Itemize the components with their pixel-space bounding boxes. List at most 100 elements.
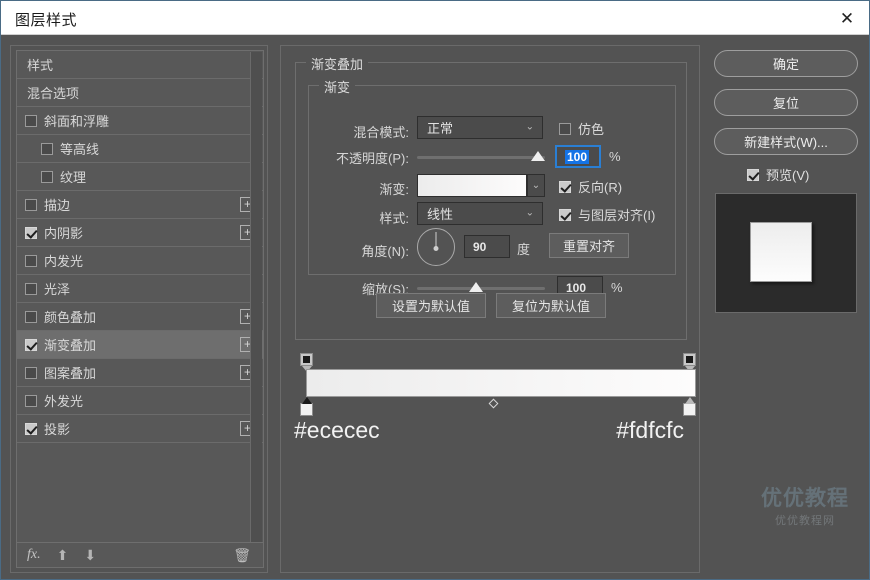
style-item-checkbox-box xyxy=(41,143,53,155)
gradient-overlay-group: 渐变叠加 渐变 混合模式: 正常 ⌄ 仿色 不透明度(P): 100 xyxy=(295,62,687,340)
style-item-checkbox[interactable] xyxy=(25,395,44,407)
style-list-item[interactable]: 混合选项 xyxy=(17,79,263,107)
style-item-label: 纹理 xyxy=(60,167,86,186)
style-item-checkbox[interactable] xyxy=(41,143,60,155)
style-item-checkbox-box xyxy=(25,255,37,267)
style-item-checkbox-box xyxy=(25,227,37,239)
gradient-color-stop-left[interactable] xyxy=(300,403,313,416)
styles-list[interactable]: 样式混合选项斜面和浮雕等高线纹理描边+内阴影+内发光光泽颜色叠加+渐变叠加+图案… xyxy=(16,50,264,545)
gradient-swatch[interactable] xyxy=(417,174,527,197)
close-icon[interactable]: ✕ xyxy=(835,7,859,29)
blend-mode-select[interactable]: 正常 ⌄ xyxy=(417,116,543,139)
preview-label: 预览(V) xyxy=(766,165,809,184)
style-list-item[interactable]: 图案叠加+ xyxy=(17,359,263,387)
titlebar: 图层样式 ✕ xyxy=(1,1,869,35)
section-title: 渐变叠加 xyxy=(306,54,368,73)
style-list-item[interactable]: 颜色叠加+ xyxy=(17,303,263,331)
style-item-checkbox[interactable] xyxy=(25,311,44,323)
style-item-checkbox-box xyxy=(25,283,37,295)
preview-checkbox[interactable]: 预览(V) xyxy=(747,165,809,184)
set-default-button[interactable]: 设置为默认值 xyxy=(376,293,486,318)
style-list-item[interactable]: 斜面和浮雕 xyxy=(17,107,263,135)
style-list-item[interactable]: 渐变叠加+ xyxy=(17,331,263,359)
style-item-label: 投影 xyxy=(44,419,70,438)
angle-label: 角度(N): xyxy=(329,241,409,260)
style-item-checkbox[interactable] xyxy=(25,115,44,127)
align-layer-checkbox[interactable]: 与图层对齐(I) xyxy=(559,205,655,224)
styles-panel: 样式混合选项斜面和浮雕等高线纹理描边+内阴影+内发光光泽颜色叠加+渐变叠加+图案… xyxy=(10,45,268,573)
style-item-checkbox-box xyxy=(41,171,53,183)
style-item-label: 颜色叠加 xyxy=(44,307,96,326)
styles-list-scrollbar[interactable] xyxy=(250,52,262,545)
style-item-checkbox[interactable] xyxy=(25,199,44,211)
style-item-checkbox-box xyxy=(25,339,37,351)
blend-mode-label: 混合模式: xyxy=(317,122,409,141)
style-item-checkbox-box xyxy=(25,367,37,379)
opacity-input[interactable]: 100 xyxy=(555,145,601,168)
style-list-item[interactable]: 外发光 xyxy=(17,387,263,415)
move-down-icon[interactable]: ⬇ xyxy=(84,547,96,564)
gradient-preview-bar[interactable] xyxy=(306,369,696,397)
reset-default-button[interactable]: 复位为默认值 xyxy=(496,293,606,318)
style-list-item[interactable]: 内阴影+ xyxy=(17,219,263,247)
scale-slider-thumb[interactable] xyxy=(469,282,483,292)
styles-list-footer: fx. ⬆ ⬇ 🗑 xyxy=(16,542,264,568)
move-up-icon[interactable]: ⬆ xyxy=(57,547,69,564)
gradient-label: 渐变: xyxy=(339,179,409,198)
style-item-label: 描边 xyxy=(44,195,70,214)
layer-style-dialog: 图层样式 ✕ 样式混合选项斜面和浮雕等高线纹理描边+内阴影+内发光光泽颜色叠加+… xyxy=(0,0,870,580)
align-layer-checkbox-box xyxy=(559,209,571,221)
new-style-button[interactable]: 新建样式(W)... xyxy=(714,128,858,155)
style-item-checkbox-box xyxy=(25,115,37,127)
gradient-overlay-panel: 渐变叠加 渐变 混合模式: 正常 ⌄ 仿色 不透明度(P): 100 xyxy=(280,45,700,573)
style-list-item[interactable]: 纹理 xyxy=(17,163,263,191)
angle-dial[interactable] xyxy=(417,228,455,266)
style-item-checkbox[interactable] xyxy=(25,227,44,239)
style-list-item[interactable]: 等高线 xyxy=(17,135,263,163)
delete-icon[interactable]: 🗑 xyxy=(233,547,251,564)
style-select[interactable]: 线性 ⌄ xyxy=(417,202,543,225)
gradient-group: 渐变 混合模式: 正常 ⌄ 仿色 不透明度(P): 100 % xyxy=(308,85,676,275)
ok-button[interactable]: 确定 xyxy=(714,50,858,77)
style-list-item[interactable]: 描边+ xyxy=(17,191,263,219)
style-list-item[interactable]: 光泽 xyxy=(17,275,263,303)
style-list-item[interactable]: 内发光 xyxy=(17,247,263,275)
style-list-item[interactable]: 样式 xyxy=(17,51,263,79)
style-item-checkbox[interactable] xyxy=(25,339,44,351)
scale-unit: % xyxy=(611,280,623,295)
align-layer-label: 与图层对齐(I) xyxy=(578,205,655,224)
gradient-right-hex-label: #fdfcfc xyxy=(616,417,684,444)
style-item-checkbox[interactable] xyxy=(25,423,44,435)
style-list-item[interactable]: 投影+ xyxy=(17,415,263,443)
style-item-checkbox[interactable] xyxy=(25,283,44,295)
dither-label: 仿色 xyxy=(578,119,604,138)
dither-checkbox-box xyxy=(559,123,571,135)
style-item-label: 混合选项 xyxy=(27,83,79,102)
reverse-checkbox[interactable]: 反向(R) xyxy=(559,177,622,196)
style-item-checkbox[interactable] xyxy=(25,255,44,267)
opacity-slider-thumb[interactable] xyxy=(531,151,545,161)
fx-icon[interactable]: fx. xyxy=(27,547,41,563)
gradient-picker-button[interactable]: ⌄ xyxy=(527,174,545,197)
style-item-label: 样式 xyxy=(27,55,53,74)
gradient-opacity-stop-right[interactable] xyxy=(683,353,696,366)
dither-checkbox[interactable]: 仿色 xyxy=(559,119,604,138)
preview-thumbnail-shape xyxy=(750,222,812,282)
style-item-checkbox[interactable] xyxy=(25,367,44,379)
style-item-checkbox[interactable] xyxy=(41,171,60,183)
angle-input[interactable]: 90 xyxy=(464,235,510,258)
reset-align-button[interactable]: 重置对齐 xyxy=(549,233,629,258)
style-item-checkbox-box xyxy=(25,423,37,435)
style-item-label: 内阴影 xyxy=(44,223,83,242)
angle-value: 90 xyxy=(473,240,486,254)
gradient-opacity-stop-left[interactable] xyxy=(300,353,313,366)
opacity-unit: % xyxy=(609,149,621,164)
opacity-slider-track[interactable] xyxy=(417,156,545,159)
chevron-down-icon: ⌄ xyxy=(526,207,534,218)
gradient-midpoint-marker[interactable] xyxy=(489,399,499,409)
reset-button[interactable]: 复位 xyxy=(714,89,858,116)
opacity-value: 100 xyxy=(565,150,589,164)
style-item-label: 图案叠加 xyxy=(44,363,96,382)
gradient-color-stop-right[interactable] xyxy=(683,403,696,416)
blend-mode-value: 正常 xyxy=(427,118,453,137)
